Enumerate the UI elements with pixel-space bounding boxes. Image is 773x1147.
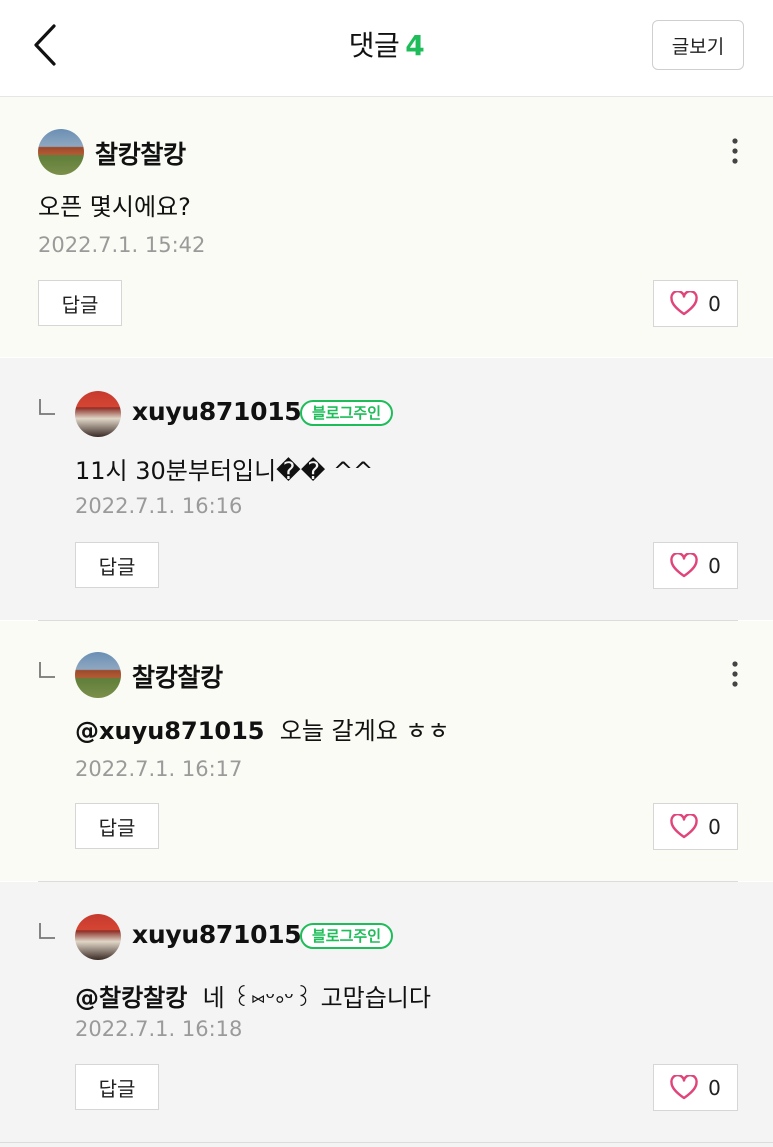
avatar[interactable] — [75, 914, 121, 960]
comment-text: 11시 30분부터입니�� ^^ — [75, 457, 374, 485]
heart-outline-icon — [670, 291, 698, 316]
reply-button[interactable]: 답글 — [75, 803, 159, 849]
comment-item: 찰캉찰캉 오픈 몇시에요? 2022.7.1. 15:42 답글 0 — [0, 97, 773, 357]
avatar[interactable] — [75, 391, 121, 437]
more-options-button[interactable] — [725, 658, 745, 692]
comment-timestamp: 2022.7.1. 15:42 — [38, 233, 206, 257]
page-title-label: 댓글 — [348, 29, 400, 62]
reply-button[interactable]: 답글 — [75, 1064, 159, 1110]
like-count: 0 — [708, 814, 721, 839]
like-button[interactable]: 0 — [653, 1064, 738, 1111]
reply-button[interactable]: 답글 — [38, 280, 122, 326]
more-vertical-icon — [732, 661, 738, 687]
comment-timestamp: 2022.7.1. 16:17 — [75, 757, 243, 781]
reply-item: 찰캉찰캉 @xuyu871015 오늘 갈게요 ㅎㅎ 2022.7.1. 16:… — [0, 621, 773, 881]
more-options-button[interactable] — [725, 135, 745, 169]
comment-timestamp: 2022.7.1. 16:18 — [75, 1017, 243, 1041]
heart-outline-icon — [670, 814, 698, 839]
heart-outline-icon — [670, 553, 698, 578]
reply-corner-icon — [39, 662, 55, 678]
more-vertical-icon — [732, 138, 738, 164]
like-button[interactable]: 0 — [653, 280, 738, 327]
comment-author[interactable]: xuyu871015 — [132, 920, 302, 949]
avatar[interactable] — [38, 129, 84, 175]
comment-text: @xuyu871015 오늘 갈게요 ㅎㅎ — [75, 711, 450, 746]
reply-item: xuyu871015 블로그주인 @찰캉찰캉 네 ꒰⑅ᵕ༚ᵕ꒱ 고맙습니다 20… — [0, 882, 773, 1147]
reply-corner-icon — [39, 399, 55, 415]
blog-owner-badge: 블로그주인 — [300, 400, 394, 426]
view-post-button[interactable]: 글보기 — [652, 20, 744, 70]
divider — [0, 1142, 773, 1143]
comment-body: 네 ꒰⑅ᵕ༚ᵕ꒱ 고맙습니다 — [202, 984, 431, 1012]
reply-button[interactable]: 답글 — [75, 542, 159, 588]
like-count: 0 — [708, 291, 721, 316]
like-button[interactable]: 0 — [653, 542, 738, 589]
top-bar: 댓글 4 글보기 — [0, 0, 773, 97]
like-count: 0 — [708, 1075, 721, 1100]
comment-author[interactable]: 찰캉찰캉 — [132, 658, 223, 694]
mention-link[interactable]: @xuyu871015 — [75, 717, 265, 745]
comment-count: 4 — [405, 29, 425, 62]
like-count: 0 — [708, 553, 721, 578]
like-button[interactable]: 0 — [653, 803, 738, 850]
comment-body: 오늘 갈게요 ㅎㅎ — [279, 717, 450, 745]
reply-corner-icon — [39, 923, 55, 939]
blog-owner-badge: 블로그주인 — [300, 923, 394, 949]
comment-author[interactable]: xuyu871015 — [132, 397, 302, 426]
avatar[interactable] — [75, 652, 121, 698]
comment-text: 오픈 몇시에요? — [38, 193, 191, 221]
reply-item: xuyu871015 블로그주인 11시 30분부터입니�� ^^ 2022.7… — [0, 358, 773, 620]
comment-timestamp: 2022.7.1. 16:16 — [75, 494, 243, 518]
comment-author[interactable]: 찰캉찰캉 — [95, 135, 186, 171]
heart-outline-icon — [670, 1075, 698, 1100]
mention-link[interactable]: @찰캉찰캉 — [75, 984, 187, 1012]
